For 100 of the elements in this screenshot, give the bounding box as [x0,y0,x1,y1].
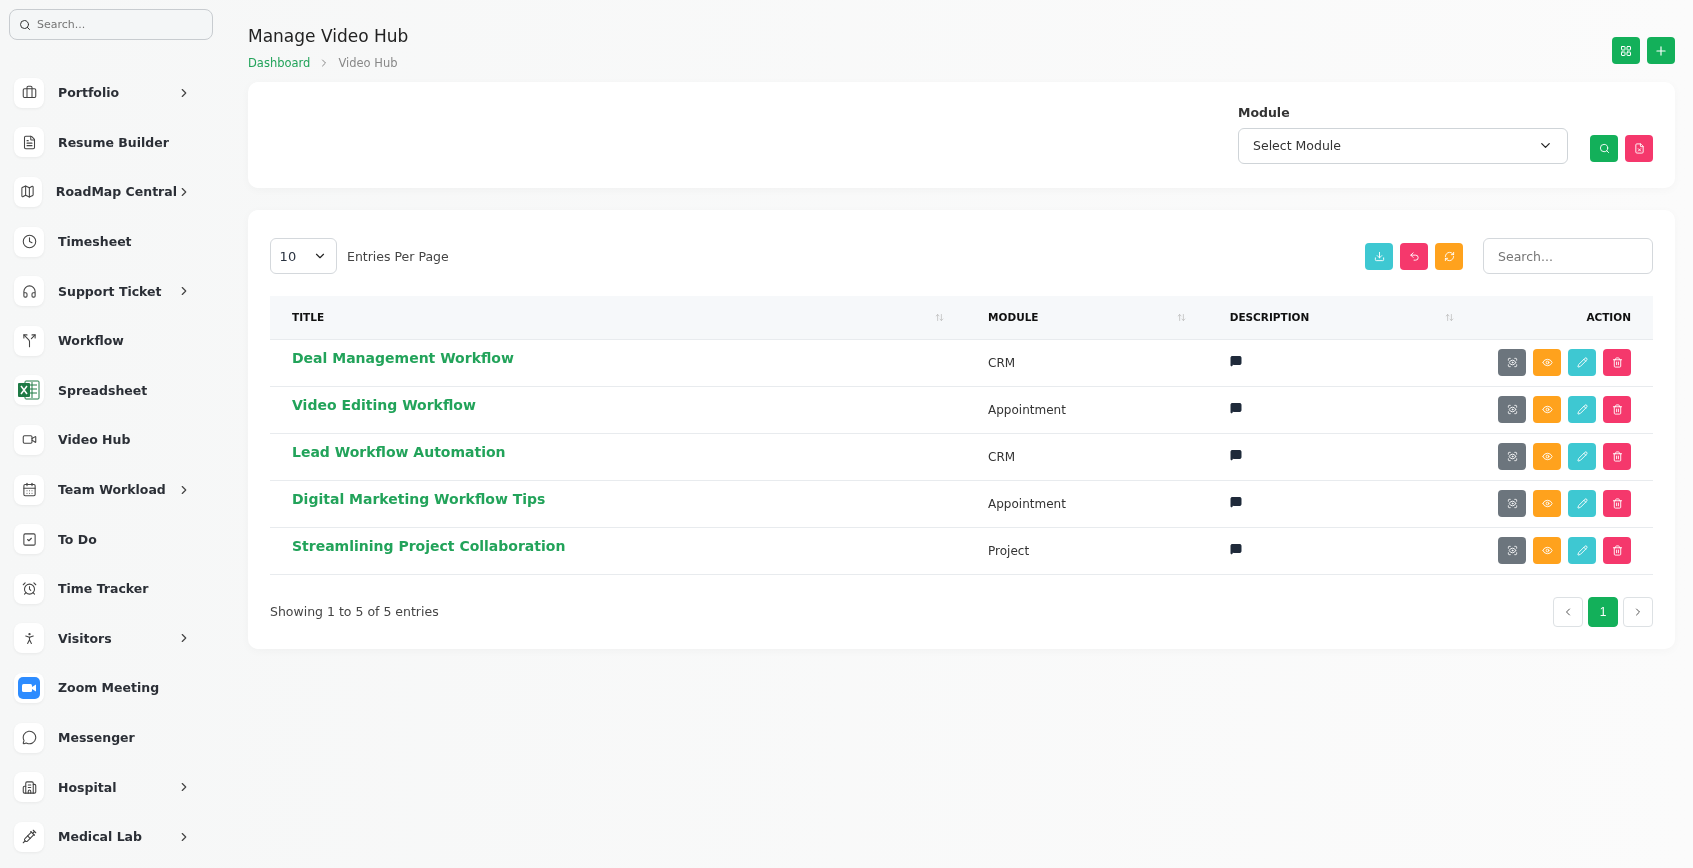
sidebar-item[interactable]: Team Workload [9,464,213,515]
sidebar-item[interactable]: To Do [9,514,213,564]
clear-filter-button[interactable] [1625,134,1653,162]
delete-button[interactable] [1603,396,1631,423]
eye-icon [1541,357,1553,368]
entries-summary: Showing 1 to 5 of 5 entries [270,604,439,619]
refresh-icon [1443,250,1455,262]
trash-icon [1611,545,1623,556]
undo-button[interactable] [1400,242,1428,270]
trash-icon [1611,404,1623,415]
pencil-icon [1576,404,1588,415]
sidebar-item[interactable]: Time Tracker [9,563,213,614]
delete-button[interactable] [1603,490,1631,517]
edit-button[interactable] [1568,443,1596,470]
comment-icon[interactable] [1229,543,1242,555]
grid-icon [1620,44,1632,57]
pencil-icon [1576,451,1588,462]
sidebar-item[interactable]: Resume Builder [9,117,213,168]
view-button[interactable] [1533,490,1561,517]
download-button[interactable] [1365,242,1393,270]
alarm-clock-icon [21,581,37,597]
scan-icon [1506,357,1518,368]
scan-icon [1506,451,1518,462]
column-header: TITLE [292,311,325,324]
scan-button[interactable] [1498,443,1526,470]
search-button[interactable] [1590,134,1618,162]
search-icon [1598,142,1610,154]
edit-button[interactable] [1568,490,1596,517]
sidebar-item[interactable]: Timesheet [9,216,213,267]
pencil-icon [1576,498,1588,509]
sidebar-item[interactable]: Hospital [9,762,213,812]
comment-icon[interactable] [1229,355,1242,367]
view-button[interactable] [1533,443,1561,470]
column-header: ACTION [1586,311,1631,324]
pencil-icon [1576,357,1588,368]
sidebar-item[interactable]: RoadMap Central [9,167,213,217]
grid-view-button[interactable] [1612,37,1640,64]
sort-icon[interactable] [1445,312,1454,322]
eye-icon [1541,451,1553,462]
table-search-field[interactable]: Search... [1483,238,1653,274]
plus-icon [1654,43,1668,58]
delete-button[interactable] [1603,537,1631,564]
syringe-icon [21,829,37,845]
eye-icon [1541,498,1553,509]
file-cross-icon [1633,142,1645,154]
scan-button[interactable] [1498,396,1526,423]
document-icon [21,134,37,150]
delete-button[interactable] [1603,349,1631,376]
sidebar-item[interactable]: Video Hub [9,415,213,465]
trash-icon [1611,357,1623,368]
edit-button[interactable] [1568,537,1596,564]
download-icon [1373,250,1385,262]
checkbox-icon [21,531,37,547]
clock-icon [21,234,37,250]
table-cell: Project [988,543,1030,558]
sidebar-item[interactable]: Visitors [9,613,213,664]
edit-button[interactable] [1568,349,1596,376]
sidebar-item[interactable]: Support Ticket [9,266,213,316]
edit-button[interactable] [1568,396,1596,423]
table-cell: CRM [988,449,1016,464]
add-button[interactable] [1647,37,1675,64]
map-icon [20,184,36,200]
breadcrumb-current: Video Hub [338,56,398,70]
sidebar-item[interactable]: Messenger [9,712,213,763]
view-button[interactable] [1533,537,1561,564]
column-header: DESCRIPTION [1229,311,1310,324]
briefcase-icon [21,85,37,101]
scan-button[interactable] [1498,537,1526,564]
undo-icon [1408,250,1420,262]
sidebar-item[interactable]: Medical Lab [9,811,213,862]
view-button[interactable] [1533,396,1561,423]
chat-bubble-icon [21,730,37,745]
comment-icon[interactable] [1229,496,1242,508]
page-title: Manage Video Hub [248,26,409,46]
module-select[interactable]: Select Module [1238,127,1568,164]
sidebar-item[interactable]: Spreadsheet [9,365,213,416]
table-cell: CRM [988,355,1016,370]
sidebar-item[interactable]: Portfolio [9,68,213,118]
comment-icon[interactable] [1229,402,1242,414]
delete-button[interactable] [1603,443,1631,470]
refresh-button[interactable] [1435,242,1463,270]
view-button[interactable] [1533,349,1561,376]
comment-icon[interactable] [1229,449,1242,461]
eye-icon [1541,545,1553,556]
scan-button[interactable] [1498,490,1526,517]
sort-icon[interactable] [1176,312,1186,322]
sidebar-item[interactable]: Zoom Meeting [9,663,213,713]
table-cell: Appointment [988,496,1066,511]
sidebar-item[interactable]: Workflow [9,315,213,366]
pencil-icon [1576,545,1588,556]
scan-button[interactable] [1498,349,1526,376]
trash-icon [1611,498,1623,509]
sort-icon[interactable] [935,312,945,322]
trash-icon [1611,451,1623,462]
search-field[interactable]: Search... [9,9,213,40]
per-page-label: Entries Per Page [347,248,449,264]
per-page-select[interactable]: 10 [270,238,337,274]
scan-icon [1506,545,1518,556]
search-icon [19,19,31,31]
split-arrow-icon [21,333,37,349]
